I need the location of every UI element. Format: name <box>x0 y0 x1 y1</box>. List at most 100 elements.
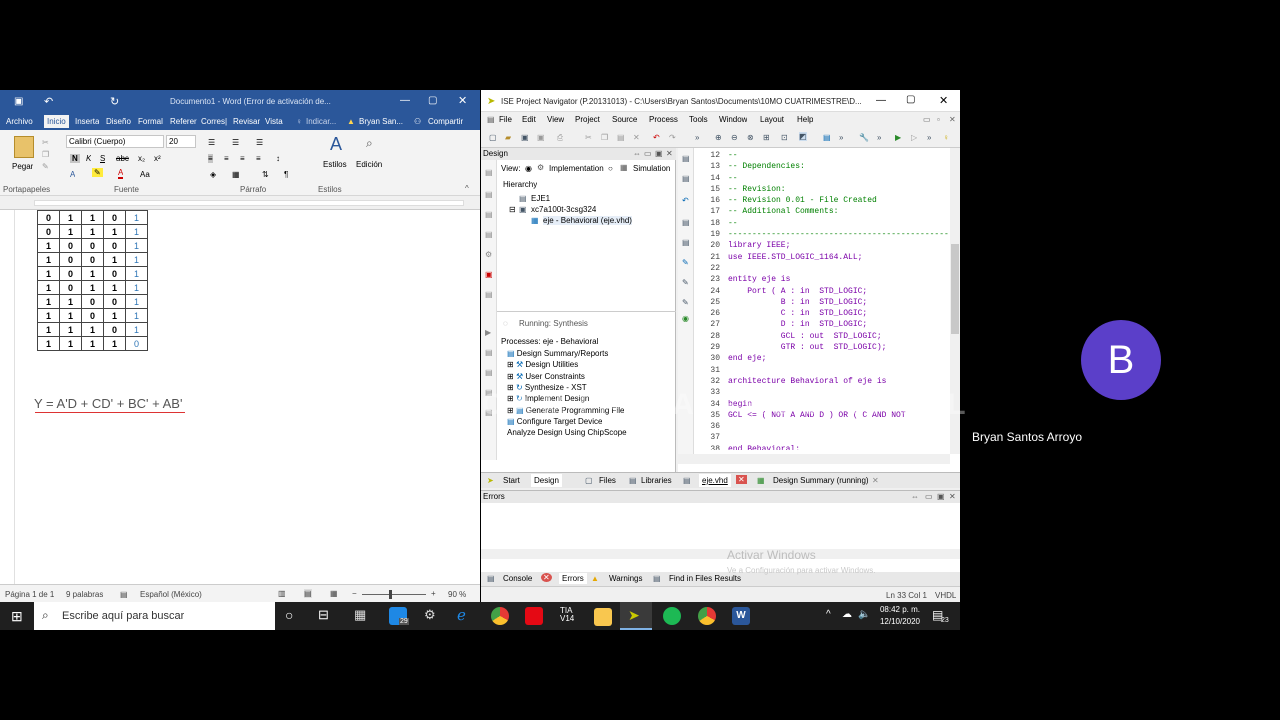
code-line[interactable]: 37 <box>698 432 958 443</box>
sort-icon[interactable]: ⇅ <box>262 170 269 179</box>
editor-icon-1[interactable]: ▤ <box>682 154 690 163</box>
tab-warnings[interactable]: Warnings <box>609 574 643 583</box>
push-icon[interactable]: ◩ <box>799 132 807 141</box>
truth-table-input-cell[interactable]: 1 <box>37 266 60 281</box>
copy-icon[interactable]: ❐ <box>42 150 49 159</box>
tab-correspondencia[interactable]: Corres| <box>201 117 227 126</box>
undo-file-icon[interactable]: ↶ <box>653 133 660 142</box>
zoom-slider[interactable] <box>362 594 426 595</box>
truth-table-input-cell[interactable]: 0 <box>81 294 104 309</box>
cut-icon[interactable]: ✂ <box>42 138 49 147</box>
editor-icon-3[interactable]: ↶ <box>682 196 689 205</box>
line-spacing-icon[interactable]: ↕ <box>276 154 280 163</box>
code-line[interactable]: 27 D : in STD_LOGIC; <box>698 319 958 330</box>
code-line[interactable]: 17 -- Additional Comments: <box>698 206 958 217</box>
zoom-out-tool-icon[interactable]: ⊖ <box>731 133 738 142</box>
side-icon-1[interactable]: ▤ <box>485 168 493 177</box>
more4-icon[interactable]: » <box>927 133 931 142</box>
zoom-full-icon[interactable]: ⊞ <box>763 133 770 142</box>
italic-button[interactable]: K <box>86 154 91 163</box>
side-icon-3[interactable]: ▤ <box>485 210 493 219</box>
side-icon-6[interactable]: ▣ <box>485 270 493 279</box>
impl-label[interactable]: Implementation <box>549 164 604 173</box>
truth-table-input-cell[interactable]: 1 <box>81 210 104 225</box>
file-explorer-icon[interactable] <box>594 608 612 626</box>
summary-close-icon[interactable]: ✕ <box>872 476 879 485</box>
menu-help[interactable]: Help <box>797 115 813 124</box>
code-line[interactable]: 36 <box>698 421 958 432</box>
user-name[interactable]: Bryan San... <box>359 117 403 126</box>
app-icon-1[interactable]: ▦ <box>354 607 366 623</box>
font-name-box[interactable]: Calibri (Cuerpo) <box>66 135 164 148</box>
truth-table-input-cell[interactable]: 1 <box>37 252 60 267</box>
menu-layout[interactable]: Layout <box>760 115 784 124</box>
menu-view[interactable]: View <box>547 115 564 124</box>
network-icon[interactable]: ☁ <box>842 609 852 620</box>
styles-icon[interactable]: A <box>330 134 342 155</box>
code-line[interactable]: 15 -- Revision: <box>698 184 958 195</box>
text-effects-icon[interactable]: A <box>70 170 75 179</box>
truth-table-input-cell[interactable]: 0 <box>59 252 82 267</box>
tab-archivo[interactable]: Archivo <box>6 117 33 126</box>
truth-table-input-cell[interactable]: 1 <box>59 210 82 225</box>
code-line[interactable]: 23 entity eje is <box>698 274 958 285</box>
chrome-icon[interactable] <box>491 607 509 625</box>
code-line[interactable]: 12 -- <box>698 150 958 161</box>
editor-icon-2[interactable]: ▤ <box>682 174 690 183</box>
more-icon[interactable]: » <box>695 133 699 142</box>
code-line[interactable]: 16 -- Revision 0.01 - File Created <box>698 195 958 206</box>
volume-icon[interactable]: 🔈 <box>858 609 870 620</box>
ise-maximize-icon[interactable]: ▢ <box>906 94 915 105</box>
task-view-icon[interactable]: ⊟ <box>318 607 329 623</box>
code-line[interactable]: 13 -- Dependencies: <box>698 161 958 172</box>
bold-button[interactable]: N <box>70 154 80 163</box>
web-layout-icon[interactable]: ▦ <box>330 589 338 598</box>
truth-table-input-cell[interactable]: 0 <box>59 280 82 295</box>
windows-start-icon[interactable]: ⊞ <box>11 608 23 625</box>
truth-table-output-cell[interactable]: 1 <box>125 294 148 309</box>
code-line[interactable]: 22 <box>698 263 958 274</box>
more3-icon[interactable]: » <box>877 133 881 142</box>
impl-radio[interactable]: ◉ <box>525 164 532 173</box>
close-icon[interactable]: ✕ <box>458 94 467 107</box>
truth-table-input-cell[interactable]: 1 <box>81 224 104 239</box>
process-expand-icon[interactable]: ⊞ <box>507 372 516 381</box>
errors-close-icon[interactable]: ✕ <box>949 492 956 501</box>
format-painter-icon[interactable]: ✎ <box>42 162 49 171</box>
code-line[interactable]: 30 end eje; <box>698 353 958 364</box>
clock-time[interactable]: 08:42 p. m. <box>876 605 924 614</box>
align-center-icon[interactable]: ≡ <box>224 154 229 163</box>
truth-table-input-cell[interactable]: 0 <box>37 224 60 239</box>
tia-portal-icon[interactable]: TIA V14 <box>560 607 574 623</box>
font-size-box[interactable]: 20 <box>166 135 196 148</box>
menu-source[interactable]: Source <box>612 115 637 124</box>
cut-file-icon[interactable]: ✂ <box>585 133 592 142</box>
tab-insertar[interactable]: Inserta <box>75 117 99 126</box>
delete-icon[interactable]: ✕ <box>633 133 640 142</box>
panel-close-icon[interactable]: ✕ <box>666 149 673 158</box>
highlight-icon[interactable]: ✎ <box>92 168 103 177</box>
truth-table-input-cell[interactable]: 1 <box>103 252 126 267</box>
truth-table-input-cell[interactable]: 1 <box>81 336 104 351</box>
editor-icon-7[interactable]: ✎ <box>682 278 689 287</box>
menu-tools[interactable]: Tools <box>689 115 708 124</box>
menu-process[interactable]: Process <box>649 115 678 124</box>
process-item[interactable]: ⊞ ⚒ User Constraints <box>501 372 585 381</box>
netflix-icon[interactable] <box>525 607 543 625</box>
shading-icon[interactable]: ◈ <box>210 170 216 179</box>
minimize-icon[interactable]: — <box>400 95 410 106</box>
sim-radio[interactable]: ○ <box>608 164 613 173</box>
read-mode-icon[interactable]: ▥ <box>278 589 286 598</box>
zoom-in-icon[interactable]: + <box>431 589 436 598</box>
editor-icon-5[interactable]: ▤ <box>682 238 690 247</box>
tab-design[interactable]: Design <box>531 474 562 487</box>
open-icon[interactable]: ▰ <box>505 133 511 142</box>
chrome2-icon[interactable] <box>698 607 716 625</box>
process-item[interactable]: ▤ Design Summary/Reports <box>501 349 608 358</box>
truth-table-output-cell[interactable]: 1 <box>125 266 148 281</box>
clock-date[interactable]: 12/10/2020 <box>876 617 924 626</box>
menu-file[interactable]: File <box>499 115 512 124</box>
truth-table-input-cell[interactable]: 1 <box>37 238 60 253</box>
search-icon[interactable]: ⌕ <box>366 136 373 151</box>
side-icon-9[interactable]: ▤ <box>485 348 493 357</box>
